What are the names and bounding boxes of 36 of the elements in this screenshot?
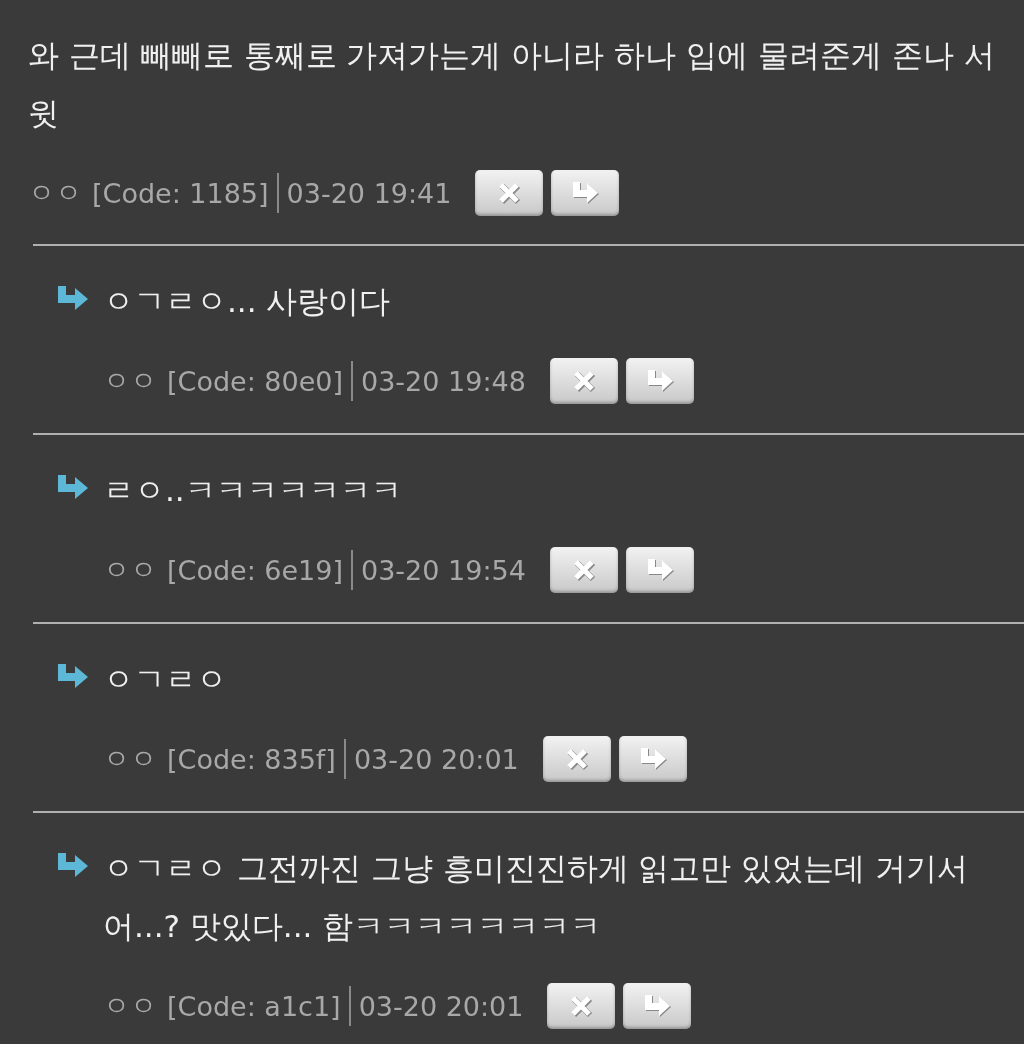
reply-arrow-icon — [58, 664, 88, 690]
reply-button[interactable] — [551, 170, 620, 216]
comment-text: ㄹㅇ..ㅋㅋㅋㅋㅋㅋㅋ — [103, 471, 403, 510]
user-code: [Code: 835f] — [167, 743, 336, 775]
user-code: [Code: a1c1] — [167, 990, 341, 1022]
user-code: [Code: 80e0] — [167, 365, 343, 397]
reply-arrow-icon — [58, 475, 88, 501]
delete-button[interactable] — [475, 170, 544, 216]
author-name: ㅇㅇ — [103, 989, 157, 1023]
reply-arrow-icon — [58, 853, 88, 879]
timestamp: 03-20 19:41 — [286, 177, 452, 209]
delete-button[interactable] — [542, 736, 611, 782]
comment-text: 와 근데 빼빼로 통째로 가져가는게 아니라 하나 입에 물려준게 존나 서윗 — [28, 36, 996, 133]
delete-button[interactable] — [549, 547, 618, 593]
delete-button[interactable] — [547, 983, 616, 1029]
comment-text: ㅇㄱㄹㅇ 그전까진 그냥 흥미진진하게 읽고만 있었는데 거기서 어...? 맛있다... 함ㅋㅋㅋㅋㅋㅋㅋㅋ — [103, 849, 970, 946]
reply-arrow-icon — [58, 286, 88, 312]
user-code: [Code: 1185] — [92, 177, 269, 209]
reply-arrow-icon — [570, 179, 601, 207]
timestamp: 03-20 19:48 — [361, 365, 526, 397]
delete-button[interactable] — [549, 358, 618, 404]
user-code: [Code: 6e19] — [167, 554, 343, 586]
author-name: ㅇㅇ — [103, 364, 157, 398]
timestamp: 03-20 20:01 — [353, 743, 519, 775]
author-name: ㅇㅇ — [103, 742, 157, 776]
reply-button[interactable] — [625, 547, 694, 593]
reply-button[interactable] — [625, 358, 694, 404]
reply-button[interactable] — [623, 983, 692, 1029]
author-name: ㅇㅇ — [103, 553, 157, 587]
timestamp: 03-20 19:54 — [361, 554, 526, 586]
author-name: ㅇㅇ — [28, 176, 82, 210]
reply-arrow-icon — [642, 992, 673, 1020]
comment-text: ㅇㄱㄹㅇ — [103, 660, 228, 699]
timestamp: 03-20 20:01 — [358, 990, 524, 1022]
reply-button[interactable] — [618, 736, 687, 782]
comment-text: ㅇㄱㄹㅇ... 사랑이다 — [103, 282, 392, 321]
